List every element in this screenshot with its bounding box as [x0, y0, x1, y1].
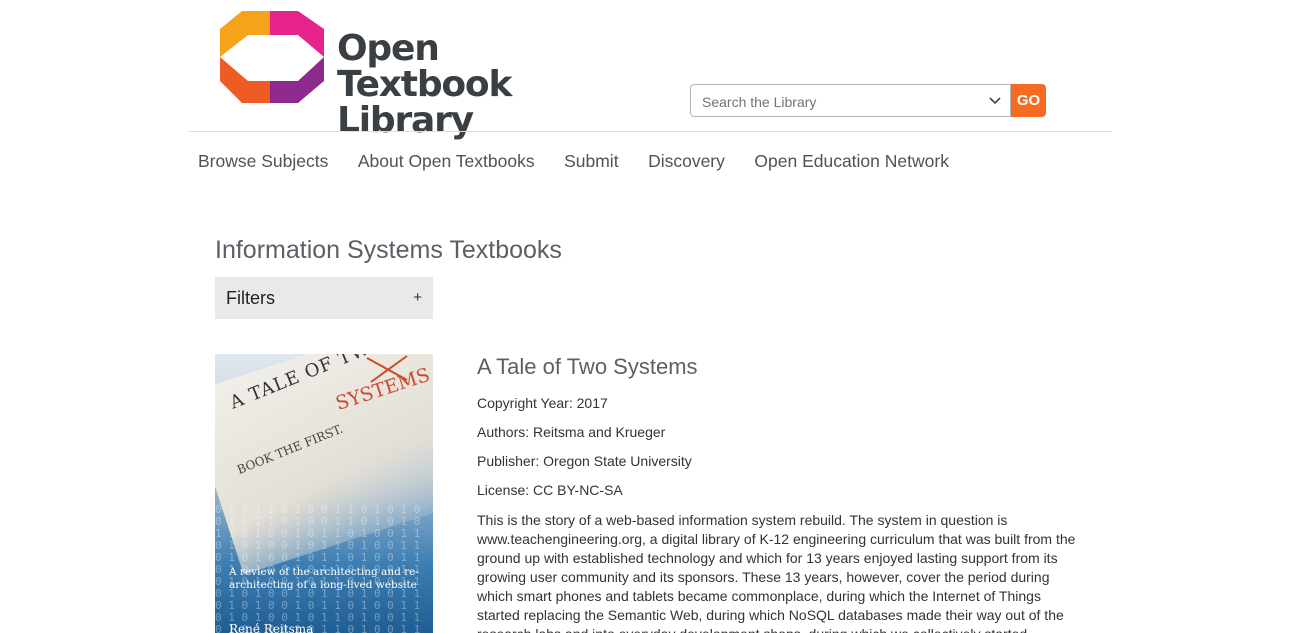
search-input[interactable]: Search the Library: [690, 84, 1011, 117]
logo-text: Open Textbook Library: [337, 31, 610, 139]
search-go-button[interactable]: GO: [1011, 84, 1046, 117]
filters-toggle[interactable]: Filters +: [215, 277, 433, 319]
page-title: Information Systems Textbooks: [215, 236, 562, 264]
book-license: License: CC BY-NC-SA: [477, 482, 623, 498]
logo-line-2: Library: [337, 100, 474, 141]
logo-line-1: Open Textbook: [337, 28, 512, 105]
chevron-down-icon[interactable]: [988, 94, 1002, 108]
nav-open-education-network[interactable]: Open Education Network: [754, 151, 949, 172]
search-placeholder: Search the Library: [702, 94, 817, 110]
nav-submit[interactable]: Submit: [564, 151, 618, 172]
book-copyright: Copyright Year: 2017: [477, 395, 608, 411]
book-cover-image[interactable]: 0 1 0 1 1 0 1 0 0 1 1 0 1 0 1 0 0 1 0 1 …: [215, 354, 433, 633]
book-authors: Authors: Reitsma and Krueger: [477, 424, 666, 440]
book-title-link[interactable]: A Tale of Two Systems: [477, 354, 698, 380]
expand-plus-icon: +: [413, 289, 422, 306]
header-divider: [188, 131, 1112, 132]
search-bar: Search the Library GO: [690, 84, 1046, 117]
filters-label: Filters: [226, 288, 275, 308]
book-publisher: Publisher: Oregon State University: [477, 453, 692, 469]
site-logo[interactable]: Open Textbook Library: [220, 11, 610, 139]
nav-discovery[interactable]: Discovery: [648, 151, 725, 172]
cover-subtitle: A review of the architecting and re-arch…: [229, 566, 419, 591]
logo-mark-icon: [220, 11, 324, 103]
nav-browse-subjects[interactable]: Browse Subjects: [198, 151, 328, 172]
nav-about-open-textbooks[interactable]: About Open Textbooks: [358, 151, 535, 172]
main-nav: Browse Subjects About Open Textbooks Sub…: [198, 151, 978, 172]
cover-author: René Reitsma: [229, 622, 314, 633]
book-description: This is the story of a web-based informa…: [477, 512, 1076, 633]
